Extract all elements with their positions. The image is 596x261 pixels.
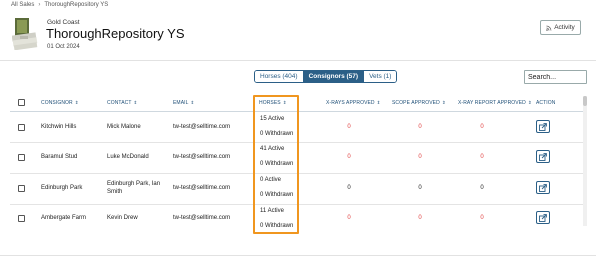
column-header-horses[interactable]: HORSES ⇕ <box>259 100 287 106</box>
email: tw-test@selltime.com <box>173 215 231 221</box>
row-checkbox[interactable] <box>18 154 25 161</box>
row-checkbox[interactable] <box>18 185 25 192</box>
column-header-action: ACTION <box>536 100 556 106</box>
tab-vets[interactable]: Vets (1) <box>363 71 397 82</box>
table-row: Edinburgh Park Edinburgh Park, Ian Smith… <box>0 174 583 205</box>
contact-name: Edinburgh Park, Ian Smith <box>107 181 161 195</box>
table-row: Kitchwin Hills Mick Malone tw-test@sellt… <box>0 112 583 143</box>
breadcrumb: All Sales › ThoroughRepository YS <box>11 2 108 8</box>
horses-withdrawn: 0 Withdrawn <box>260 192 294 198</box>
sort-icon: ⇕ <box>282 100 287 105</box>
column-header-scope-approved[interactable]: SCOPE APPROVED ⇕ <box>392 100 446 106</box>
consignor-name[interactable]: Baramul Stud <box>41 154 77 160</box>
xrays-approved-count: 0 <box>347 124 351 130</box>
sale-catalogue-image <box>12 18 38 50</box>
sale-region: Gold Coast <box>47 19 80 26</box>
table-scrollbar[interactable] <box>583 96 587 226</box>
xray-report-approved-count: 0 <box>480 124 484 130</box>
activity-button[interactable]: Activity <box>540 20 581 35</box>
horses-withdrawn: 0 Withdrawn <box>260 161 294 167</box>
footer-divider <box>0 255 596 256</box>
contact-name: Luke McDonald <box>107 154 149 160</box>
horses-active: 41 Active <box>260 146 285 152</box>
scope-approved-count: 0 <box>418 124 422 130</box>
column-header-contact[interactable]: CONTACT ⇕ <box>107 100 137 106</box>
scope-approved-count: 0 <box>418 215 422 221</box>
tab-consignors[interactable]: Consignors (57) <box>302 71 364 82</box>
row-checkbox[interactable] <box>18 215 25 222</box>
header-divider <box>0 60 596 61</box>
consignor-name[interactable]: Ambergate Farm <box>41 215 86 221</box>
column-header-consignor[interactable]: CONSIGNOR ⇕ <box>41 100 79 106</box>
open-consignor-button[interactable] <box>536 120 550 133</box>
chevron-right-icon: › <box>38 2 41 8</box>
xray-report-approved-count: 0 <box>480 154 484 160</box>
scope-approved-count: 0 <box>418 185 422 191</box>
row-checkbox[interactable] <box>18 124 25 131</box>
sort-icon: ⇕ <box>527 100 532 105</box>
email: tw-test@selltime.com <box>173 185 231 191</box>
consignor-name[interactable]: Edinburgh Park <box>41 185 82 191</box>
sort-icon: ⇕ <box>376 100 381 105</box>
search-input[interactable] <box>524 70 587 84</box>
xrays-approved-count: 0 <box>347 185 351 191</box>
tab-horses[interactable]: Horses (404) <box>255 71 303 82</box>
email: tw-test@selltime.com <box>173 154 231 160</box>
xray-report-approved-count: 0 <box>480 185 484 191</box>
email: tw-test@selltime.com <box>173 124 231 130</box>
rss-icon <box>546 25 552 31</box>
tab-bar: Horses (404) Consignors (57) Vets (1) <box>254 70 398 83</box>
sort-icon: ⇕ <box>74 100 79 105</box>
page-title: ThoroughRepository YS <box>46 26 185 41</box>
external-link-icon <box>539 183 547 192</box>
table-header: CONSIGNOR ⇕ CONTACT ⇕ EMAIL ⇕ HORSES ⇕ X-RAY… <box>0 98 583 110</box>
external-link-icon <box>539 213 547 222</box>
open-consignor-button[interactable] <box>536 181 550 194</box>
external-link-icon <box>539 152 547 161</box>
table-row: Baramul Stud Luke McDonald tw-test@sellt… <box>0 143 583 174</box>
table-row: Ambergate Farm Kevin Drew tw-test@sellti… <box>0 205 583 236</box>
xray-report-approved-count: 0 <box>480 215 484 221</box>
sort-icon: ⇕ <box>133 100 138 105</box>
external-link-icon <box>539 122 547 131</box>
column-header-xrays-approved[interactable]: X-RAYS APPROVED ⇕ <box>326 100 381 106</box>
scope-approved-count: 0 <box>418 154 422 160</box>
xrays-approved-count: 0 <box>347 154 351 160</box>
consignor-name[interactable]: Kitchwin Hills <box>41 124 76 130</box>
breadcrumb-current-sale: ThoroughRepository YS <box>44 2 109 8</box>
horses-active: 15 Active <box>260 116 285 122</box>
horses-withdrawn: 0 Withdrawn <box>260 131 294 137</box>
select-all-checkbox[interactable] <box>18 99 25 106</box>
breadcrumb-all-sales[interactable]: All Sales <box>11 2 34 8</box>
contact-name: Kevin Drew <box>107 215 138 221</box>
sale-date: 01 Oct 2024 <box>47 44 80 50</box>
column-header-email[interactable]: EMAIL ⇕ <box>173 100 194 106</box>
contact-name: Mick Malone <box>107 124 141 130</box>
activity-button-label: Activity <box>554 24 575 31</box>
sort-icon: ⇕ <box>190 100 195 105</box>
column-header-xray-report-approved[interactable]: X-RAY REPORT APPROVED ⇕ <box>458 100 532 106</box>
horses-active: 0 Active <box>260 177 282 183</box>
xrays-approved-count: 0 <box>347 215 351 221</box>
horses-active: 11 Active <box>260 208 284 214</box>
open-consignor-button[interactable] <box>536 150 550 163</box>
sort-icon: ⇕ <box>441 100 446 105</box>
open-consignor-button[interactable] <box>536 211 550 224</box>
scrollbar-thumb[interactable] <box>583 96 587 106</box>
horses-withdrawn: 0 Withdrawn <box>260 223 294 229</box>
